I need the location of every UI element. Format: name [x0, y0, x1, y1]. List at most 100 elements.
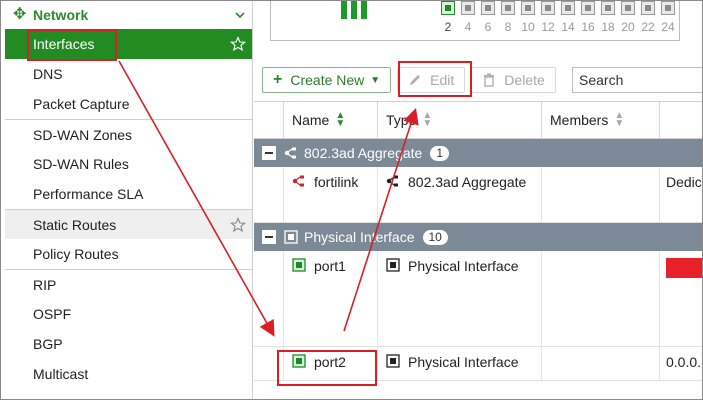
count-badge: 1 [430, 145, 450, 161]
table-row[interactable]: port1 Physical Interface [254, 251, 702, 347]
sidebar-item-policy-routes[interactable]: Policy Routes [5, 239, 252, 269]
interfaces-table: Name ▲ ▼ Type ▲ ▼ Members ▲ ▼ 802.3ad Aggre… [254, 101, 702, 381]
status-bar [666, 258, 702, 278]
ethernet-port-icon [292, 258, 306, 272]
port-labels: 2 4 6 8 10 12 14 16 18 20 22 24 [441, 20, 675, 34]
name-cell: fortilink [284, 167, 378, 222]
sidebar-item-packet-capture[interactable]: Packet Capture [5, 89, 252, 119]
port-label: 10 [521, 20, 535, 34]
column-header-label: Name [292, 112, 330, 128]
port-label: 6 [484, 20, 492, 34]
port-label: 18 [601, 20, 615, 34]
sidebar-item-performance-sla[interactable]: Performance SLA [5, 179, 252, 209]
port-label: 8 [504, 20, 512, 34]
port-icon[interactable] [621, 1, 635, 15]
members-cell [542, 347, 660, 380]
sidebar-item-label: OSPF [33, 306, 72, 322]
sidebar-item-sdwan-rules[interactable]: SD-WAN Rules [5, 149, 252, 179]
port-label: 12 [541, 20, 555, 34]
sidebar-item-static-routes[interactable]: Static Routes [5, 209, 252, 239]
extra-cell: Dedic [660, 167, 702, 222]
port-icon[interactable] [501, 1, 515, 15]
sidebar-section-label: Network [33, 7, 89, 23]
sidebar-item-label: BGP [33, 336, 63, 352]
main-content: 2 4 6 8 10 12 14 16 18 20 22 24 + Create… [254, 1, 702, 399]
row-type: 802.3ad Aggregate [408, 174, 527, 190]
port-icon[interactable] [561, 1, 575, 15]
delete-button[interactable]: Delete [471, 67, 556, 93]
column-header-label: Type [386, 112, 417, 128]
sidebar-item-label: Static Routes [33, 216, 117, 233]
column-header-label: Members [550, 112, 609, 128]
members-cell [542, 167, 660, 222]
port-icon[interactable] [461, 1, 475, 15]
star-icon[interactable] [230, 36, 246, 52]
port-label: 20 [621, 20, 635, 34]
column-header-type[interactable]: Type ▲ ▼ [378, 102, 542, 138]
sidebar-item-sdwan-zones[interactable]: SD-WAN Zones [5, 119, 252, 149]
port-label: 24 [661, 20, 675, 34]
link-status-icon [341, 1, 371, 21]
sidebar-item-ospf[interactable]: OSPF [5, 299, 252, 329]
trash-icon [484, 73, 495, 87]
row-type: Physical Interface [408, 354, 519, 370]
port-icon[interactable] [581, 1, 595, 15]
row-type: Physical Interface [408, 258, 519, 274]
port-label: 16 [581, 20, 595, 34]
move-icon: ✥ [13, 6, 27, 23]
type-cell: 802.3ad Aggregate [378, 167, 542, 222]
count-badge: 10 [422, 229, 448, 245]
sidebar-section-network[interactable]: ✥ Network [5, 1, 252, 29]
sidebar-item-bgp[interactable]: BGP [5, 329, 252, 359]
name-cell: port1 [284, 251, 378, 346]
port-icon[interactable] [441, 1, 455, 15]
port-label: 14 [561, 20, 575, 34]
aggregate-icon [284, 147, 296, 159]
column-header-members[interactable]: Members ▲ ▼ [542, 102, 660, 138]
caret-down-icon: ▼ [370, 74, 381, 86]
table-header: Name ▲ ▼ Type ▲ ▼ Members ▲ ▼ [254, 101, 702, 139]
sidebar-item-label: Policy Routes [33, 246, 119, 262]
port-icon[interactable] [641, 1, 655, 15]
sidebar-item-label: SD-WAN Zones [33, 126, 133, 143]
sort-icon: ▲ ▼ [614, 110, 625, 129]
annotation-box-port2 [277, 350, 377, 386]
sidebar-item-label: Multicast [33, 366, 89, 382]
collapse-icon[interactable] [262, 146, 276, 160]
row-extra: Dedic [666, 174, 702, 190]
sidebar-item-label: RIP [33, 276, 57, 293]
port-icon[interactable] [541, 1, 555, 15]
column-header-name[interactable]: Name ▲ ▼ [284, 102, 378, 138]
ethernet-port-icon [284, 230, 298, 244]
row-extra: 0.0.0. [666, 354, 702, 370]
type-cell: Physical Interface [378, 251, 542, 346]
collapse-icon[interactable] [262, 230, 276, 244]
port-icon[interactable] [601, 1, 615, 15]
port-icon[interactable] [661, 1, 675, 15]
table-row[interactable]: fortilink 802.3ad Aggregate Dedic [254, 167, 702, 223]
create-new-button[interactable]: + Create New ▼ [262, 67, 392, 93]
sidebar-item-rip[interactable]: RIP [5, 269, 252, 299]
group-header-aggregate[interactable]: 802.3ad Aggregate 1 [254, 139, 702, 167]
port-icon[interactable] [481, 1, 495, 15]
select-cell [254, 251, 284, 346]
star-icon[interactable] [230, 217, 246, 233]
select-column [254, 102, 284, 138]
group-label: Physical Interface [304, 229, 415, 245]
sidebar-item-label: Performance SLA [33, 186, 144, 202]
port-icon[interactable] [521, 1, 535, 15]
port-grid [441, 1, 675, 15]
search-input[interactable] [572, 67, 702, 93]
app-window: ✥ Network Interfaces DNS Packet Capture … [0, 0, 703, 400]
plus-icon: + [273, 71, 283, 88]
group-header-physical[interactable]: Physical Interface 10 [254, 223, 702, 251]
sidebar-item-multicast[interactable]: Multicast [5, 359, 252, 389]
sort-icon: ▲ ▼ [422, 110, 433, 129]
sort-icon: ▲ ▼ [335, 110, 346, 129]
device-faceplate: 2 4 6 8 10 12 14 16 18 20 22 24 [270, 1, 680, 41]
aggregate-icon [386, 175, 398, 187]
sidebar-item-dns[interactable]: DNS [5, 59, 252, 89]
sidebar-item-label: Packet Capture [33, 96, 130, 112]
extra-cell [660, 251, 702, 346]
create-new-label: Create New [290, 72, 365, 88]
